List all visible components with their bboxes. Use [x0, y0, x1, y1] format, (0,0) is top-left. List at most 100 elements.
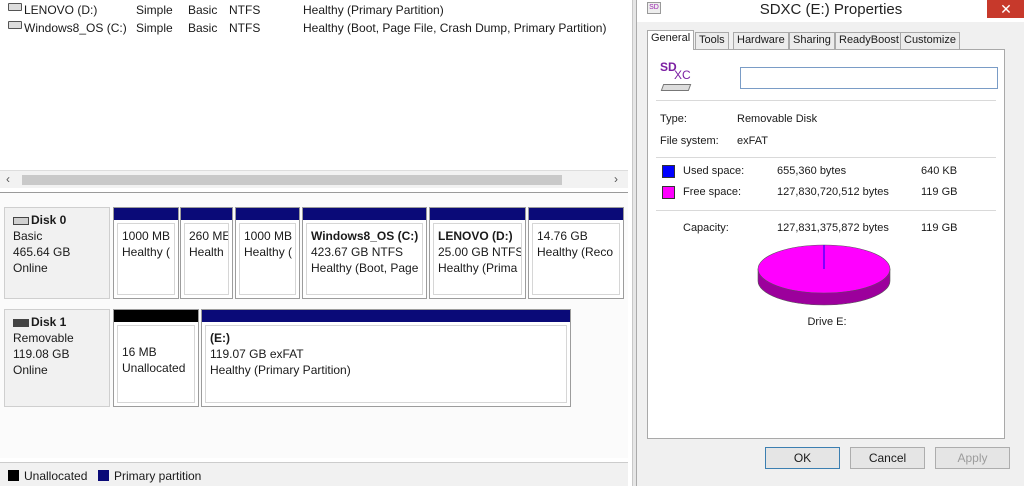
partition-status: Healthy ( [122, 245, 171, 259]
partition-title: (E:) [210, 331, 230, 345]
tab-sharing[interactable]: Sharing [789, 32, 835, 49]
drive-usage-pie [757, 244, 891, 306]
tab-tools[interactable]: Tools [695, 32, 729, 49]
used-label: Used space: [683, 165, 745, 177]
partition-bar [181, 208, 232, 220]
disk-management-pane: LENOVO (D:) Simple Basic NTFS Healthy (P… [0, 0, 632, 486]
tab-readyboost[interactable]: ReadyBoost [835, 32, 903, 49]
partition-block[interactable]: 260 ME Health [180, 207, 233, 299]
partition-size: 25.00 GB NTFS [438, 245, 522, 259]
disk-1-info[interactable]: Disk 1 Removable 119.08 GB Online [4, 309, 110, 407]
volume-fs: NTFS [229, 3, 261, 17]
partition-size: 423.67 GB NTFS [311, 245, 404, 259]
used-size: 640 KB [921, 165, 958, 177]
disk-size: 465.64 GB [13, 245, 71, 259]
drive-icon [8, 21, 22, 29]
drive-label: Drive E: [807, 316, 847, 328]
partition-bar [114, 208, 178, 220]
volume-layout: Simple [136, 3, 173, 17]
separator [656, 157, 996, 158]
partition-size: 1000 MB [244, 229, 293, 243]
volume-layout: Simple [136, 21, 173, 35]
drive-icon [8, 3, 22, 11]
volume-fs: NTFS [229, 21, 261, 35]
partition-status: Healthy (Boot, Page [311, 261, 419, 275]
partition-block[interactable]: Windows8_OS (C:) 423.67 GB NTFS Healthy (B… [302, 207, 427, 299]
tab-customize[interactable]: Customize [900, 32, 960, 49]
apply-button[interactable]: Apply [935, 447, 1010, 469]
used-bytes: 655,360 bytes [777, 165, 847, 177]
cancel-button[interactable]: Cancel [850, 447, 925, 469]
partition-block[interactable]: 14.76 GB Healthy (Reco [528, 207, 624, 299]
type-value: Removable Disk [737, 113, 818, 125]
fs-value: exFAT [737, 135, 768, 147]
disk-state: Online [13, 363, 48, 377]
capacity-size: 119 GB [921, 222, 958, 234]
close-button[interactable]: ✕ [987, 0, 1024, 18]
free-bytes: 127,830,720,512 bytes [777, 186, 889, 198]
removable-disk-icon [13, 318, 29, 327]
partition-status: Unallocated [122, 361, 186, 375]
partition-size: 119.07 GB exFAT [210, 347, 304, 361]
legend-swatch-primary [98, 470, 109, 481]
volume-label-input[interactable] [740, 67, 998, 89]
disk-0-info[interactable]: Disk 0 Basic 465.64 GB Online [4, 207, 110, 299]
tab-hardware[interactable]: Hardware [733, 32, 789, 49]
scrollbar-thumb[interactable] [22, 175, 562, 185]
disk-type: Removable [13, 331, 74, 345]
partition-status: Healthy (Primary Partition) [210, 363, 351, 377]
volume-name: Windows8_OS (C:) [24, 21, 127, 35]
partition-bar [236, 208, 299, 220]
partition-bar [114, 310, 198, 322]
partition-block[interactable]: 1000 MB Healthy ( [113, 207, 179, 299]
separator [656, 210, 996, 211]
partition-size: 1000 MB [122, 229, 171, 243]
properties-dialog: SD SDXC (E:) Properties ✕ General Tools … [636, 0, 1024, 486]
partition-status: Health [189, 245, 224, 259]
volume-status: Healthy (Primary Partition) [303, 3, 444, 17]
partition-size: 16 MB [122, 345, 157, 359]
title-bar[interactable]: SD SDXC (E:) Properties ✕ [637, 0, 1024, 22]
free-label: Free space: [683, 186, 742, 198]
free-size: 119 GB [921, 186, 958, 198]
tab-general[interactable]: General [647, 30, 695, 50]
unallocated-block[interactable]: 16 MB Unallocated [113, 309, 199, 407]
volume-row[interactable]: LENOVO (D:) Simple Basic NTFS Healthy (P… [0, 1, 632, 19]
capacity-bytes: 127,831,375,872 bytes [777, 222, 889, 234]
volume-type: Basic [188, 21, 218, 35]
partition-block[interactable]: LENOVO (D:) 25.00 GB NTFS Healthy (Prima [429, 207, 526, 299]
volume-name: LENOVO (D:) [24, 3, 98, 17]
general-tab-panel: SD XC Type: Removable Disk File system: … [647, 49, 1005, 439]
dialog-title: SDXC (E:) Properties [759, 1, 903, 18]
volume-row[interactable]: Windows8_OS (C:) Simple Basic NTFS Healt… [0, 19, 632, 37]
volume-type: Basic [188, 3, 218, 17]
sdxc-icon: SD XC [660, 60, 694, 94]
partition-size: 260 ME [189, 229, 229, 243]
ok-button[interactable]: OK [765, 447, 840, 469]
partition-bar [303, 208, 426, 220]
legend-label: Unallocated [24, 469, 88, 483]
disk-name: Disk 1 [31, 315, 67, 329]
scroll-left-icon[interactable]: ‹ [6, 172, 10, 186]
separator [656, 100, 996, 101]
partition-bar [202, 310, 570, 322]
volume-list: LENOVO (D:) Simple Basic NTFS Healthy (P… [0, 0, 632, 168]
disk-state: Online [13, 261, 48, 275]
legend-swatch-unallocated [8, 470, 19, 481]
partition-title: LENOVO (D:) [438, 229, 513, 243]
capacity-label: Capacity: [683, 222, 729, 234]
disk-size: 119.08 GB [13, 347, 70, 361]
partition-title: Windows8_OS (C:) [311, 229, 419, 243]
disk-icon [13, 216, 29, 225]
scroll-right-icon[interactable]: › [614, 172, 618, 186]
horizontal-scrollbar[interactable]: ‹ › [0, 170, 628, 188]
legend: Unallocated Primary partition [0, 462, 628, 486]
volume-status: Healthy (Boot, Page File, Crash Dump, Pr… [303, 21, 607, 35]
used-space-swatch [662, 165, 675, 178]
free-space-swatch [662, 186, 675, 199]
partition-block-e[interactable]: (E:) 119.07 GB exFAT Healthy (Primary Part… [201, 309, 571, 407]
partition-status: Healthy (Reco [537, 245, 614, 259]
partition-status: Healthy (Prima [438, 261, 518, 275]
partition-block[interactable]: 1000 MB Healthy ( [235, 207, 300, 299]
type-label: Type: [660, 113, 687, 125]
